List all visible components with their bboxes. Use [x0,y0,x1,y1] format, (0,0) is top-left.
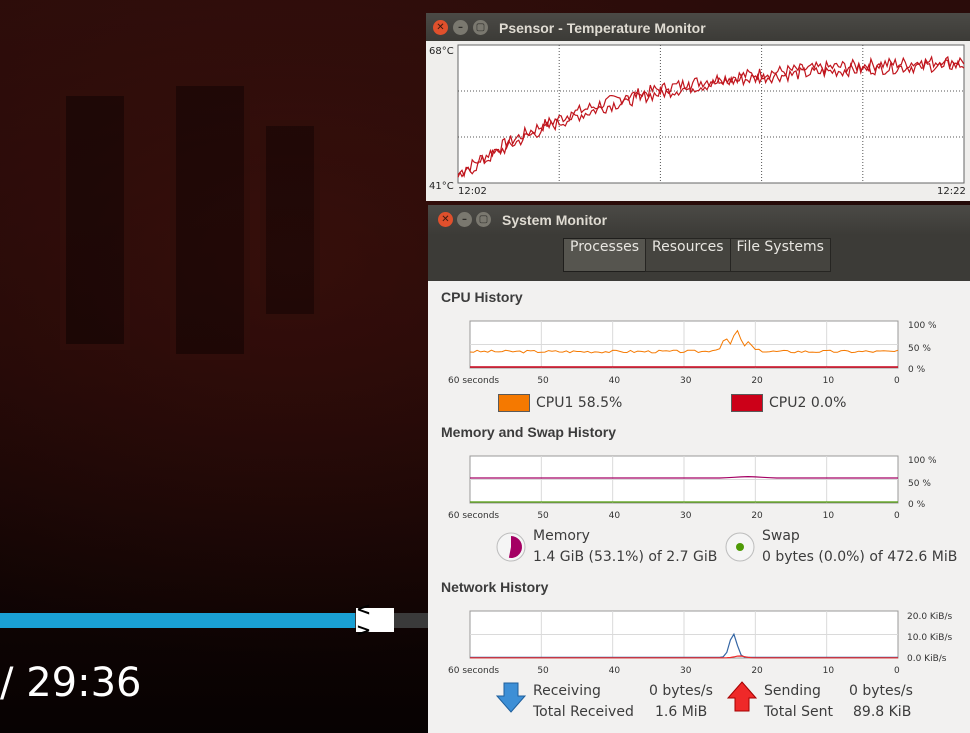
x-tick-label: 30 [680,666,692,675]
cpu1-legend: CPU1 58.5% [536,395,622,411]
y-tick-label: 50 % [908,344,931,354]
plot-area [457,44,965,184]
x-tick-label: 20 [751,376,763,385]
cpu2-color-swatch[interactable] [731,394,763,412]
x-end-label: 12:22 [937,186,966,197]
sending-value: 0 bytes/s [849,683,913,699]
window-title: Psensor - Temperature Monitor [499,20,706,36]
window-title: System Monitor [502,212,608,228]
y-tick-label: 50 % [908,479,931,489]
x-tick-label: 40 [609,376,621,385]
minimize-icon[interactable]: – [457,212,472,227]
cpu2-label: CPU2 [769,395,807,411]
psensor-window: ✕ – ▢ Psensor - Temperature Monitor 68°C… [426,13,970,201]
cpu-x-ticks: 60 seconds 50 40 30 20 10 0 [448,376,900,385]
memory-value: 1.4 GiB (53.1%) of 2.7 GiB [533,549,718,565]
cpu2-value: 0.0% [810,395,847,411]
x-tick-label: 30 [680,511,692,520]
x-tick-label: 10 [823,511,835,520]
y-tick-label: 0 % [908,365,926,375]
memory-label: Memory [533,528,590,544]
sysmon-toolbar: Processes Resources File Systems [428,235,970,281]
temperature-chart: 68°C 41°C 12:02 12:22 [426,41,970,201]
psensor-titlebar[interactable]: ✕ – ▢ Psensor - Temperature Monitor [426,13,970,41]
cpu1-value: 58.5% [577,395,623,411]
minimize-icon[interactable]: – [453,20,468,35]
maximize-icon[interactable]: ▢ [473,20,488,35]
x-tick-label: 0 [894,666,900,675]
cpu2-legend: CPU2 0.0% [769,395,846,411]
x-tick-label: 20 [751,511,763,520]
tab-file-systems[interactable]: File Systems [729,238,831,272]
y-tick-label: 20.0 KiB/s [907,612,953,622]
y-max-label: 68°C [429,46,454,57]
time-display: / 29:36 [0,660,142,706]
x-tick-label: 40 [609,666,621,675]
receiving-label: Receiving [533,683,601,699]
swap-label: Swap [762,528,800,544]
close-icon[interactable]: ✕ [433,20,448,35]
x-tick-label: 0 [894,511,900,520]
x-tick-label: 50 [537,511,549,520]
network-history-graph: 20.0 KiB/s 10.0 KiB/s 0.0 KiB/s 60 secon… [448,610,953,675]
memory-history-graph: 100 % 50 % 0 % 60 seconds 50 40 30 20 10 0 [448,455,937,520]
tab-resources[interactable]: Resources [645,238,731,272]
receiving-value: 0 bytes/s [649,683,713,699]
tab-processes[interactable]: Processes [563,238,647,272]
total-received-value: 1.6 MiB [655,704,708,720]
x-tick-label: 10 [823,376,835,385]
close-icon[interactable]: ✕ [438,212,453,227]
upload-arrow-icon [727,681,757,712]
sending-label: Sending [764,683,821,699]
x-tick-label: 10 [823,666,835,675]
x-tick-label: 50 [537,376,549,385]
swap-value: 0 bytes (0.0%) of 472.6 MiB [762,549,958,565]
maximize-icon[interactable]: ▢ [476,212,491,227]
cpu-history-title: CPU History [441,289,523,305]
y-min-label: 41°C [429,181,454,192]
cpu-history-graph: 100 % 50 % 0 % 60 seconds 50 40 30 20 10 0 [448,320,937,385]
cpu1-label: CPU1 [536,395,574,411]
total-sent-label: Total Sent [764,704,834,720]
network-history-title: Network History [441,579,549,595]
network-x-ticks: 60 seconds 50 40 30 20 10 0 [448,666,900,675]
total-sent-value: 89.8 KiB [853,704,912,720]
y-tick-label: 0 % [908,500,926,510]
memory-history-title: Memory and Swap History [441,424,617,440]
memory-pie-icon[interactable] [495,531,527,563]
y-tick-label: 100 % [908,321,937,331]
seek-bar-progress [0,613,356,628]
seek-handle[interactable]: < > [356,599,394,641]
background-window-pane [170,80,250,360]
x-tick-label: 60 seconds [448,666,499,675]
y-tick-label: 0.0 KiB/s [907,654,947,664]
background-window-pane [60,90,130,350]
tab-bar: Processes Resources File Systems [563,238,831,272]
total-received-label: Total Received [533,704,634,720]
x-start-label: 12:02 [458,186,487,197]
background-window-pane [260,120,320,320]
x-tick-label: 60 seconds [448,376,499,385]
download-arrow-icon [496,682,526,713]
x-tick-label: 20 [751,666,763,675]
y-tick-label: 100 % [908,456,937,466]
x-tick-label: 60 seconds [448,511,499,520]
x-tick-label: 30 [680,376,692,385]
x-tick-label: 40 [609,511,621,520]
memory-x-ticks: 60 seconds 50 40 30 20 10 0 [448,511,900,520]
swap-pie-icon[interactable] [724,531,756,563]
system-monitor-window: ✕ – ▢ System Monitor Processes Resources… [428,205,970,733]
x-tick-label: 50 [537,666,549,675]
cpu1-color-swatch[interactable] [498,394,530,412]
x-tick-label: 0 [894,376,900,385]
sysmon-titlebar[interactable]: ✕ – ▢ System Monitor [428,205,970,235]
y-tick-label: 10.0 KiB/s [907,633,953,643]
